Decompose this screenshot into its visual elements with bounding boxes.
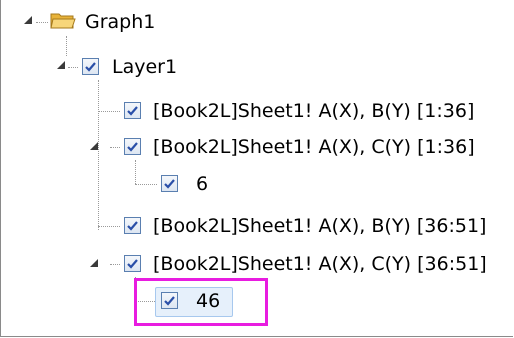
check-icon xyxy=(127,221,138,231)
tree-line xyxy=(66,36,67,56)
graph-label[interactable]: Graph1 xyxy=(85,10,155,34)
tree-line xyxy=(98,80,99,230)
tree-line xyxy=(110,147,120,148)
check-icon xyxy=(127,259,138,269)
tree-line xyxy=(135,160,136,184)
point-checkbox[interactable] xyxy=(161,175,178,192)
layer-label[interactable]: Layer1 xyxy=(112,55,177,79)
plot-label[interactable]: [Book2L]Sheet1! A(X), B(Y) [1:36] xyxy=(153,99,474,123)
check-icon xyxy=(85,62,96,72)
plot-label[interactable]: [Book2L]Sheet1! A(X), C(Y) [1:36] xyxy=(153,135,475,159)
plot-label[interactable]: [Book2L]Sheet1! A(X), B(Y) [36:51] xyxy=(153,214,486,238)
tree-line xyxy=(110,264,120,265)
tree-line xyxy=(36,22,48,23)
point-label[interactable]: 6 xyxy=(196,172,208,196)
collapse-toggle[interactable] xyxy=(90,259,98,267)
check-icon xyxy=(164,179,175,189)
plot-label[interactable]: [Book2L]Sheet1! A(X), C(Y) [36:51] xyxy=(153,252,487,276)
tree-line xyxy=(98,226,120,227)
check-icon xyxy=(127,142,138,152)
plot-checkbox[interactable] xyxy=(124,255,141,272)
plot-checkbox[interactable] xyxy=(124,102,141,119)
tree-line xyxy=(68,67,78,68)
plot-checkbox[interactable] xyxy=(124,138,141,155)
tree-line xyxy=(135,184,157,185)
check-icon xyxy=(127,106,138,116)
folder-icon xyxy=(50,13,76,29)
collapse-toggle[interactable] xyxy=(57,61,65,69)
highlight-box xyxy=(134,278,268,326)
collapse-toggle[interactable] xyxy=(90,142,98,150)
layer-checkbox[interactable] xyxy=(82,58,99,75)
collapse-toggle[interactable] xyxy=(24,16,32,24)
plot-checkbox[interactable] xyxy=(124,217,141,234)
tree-line xyxy=(98,111,120,112)
